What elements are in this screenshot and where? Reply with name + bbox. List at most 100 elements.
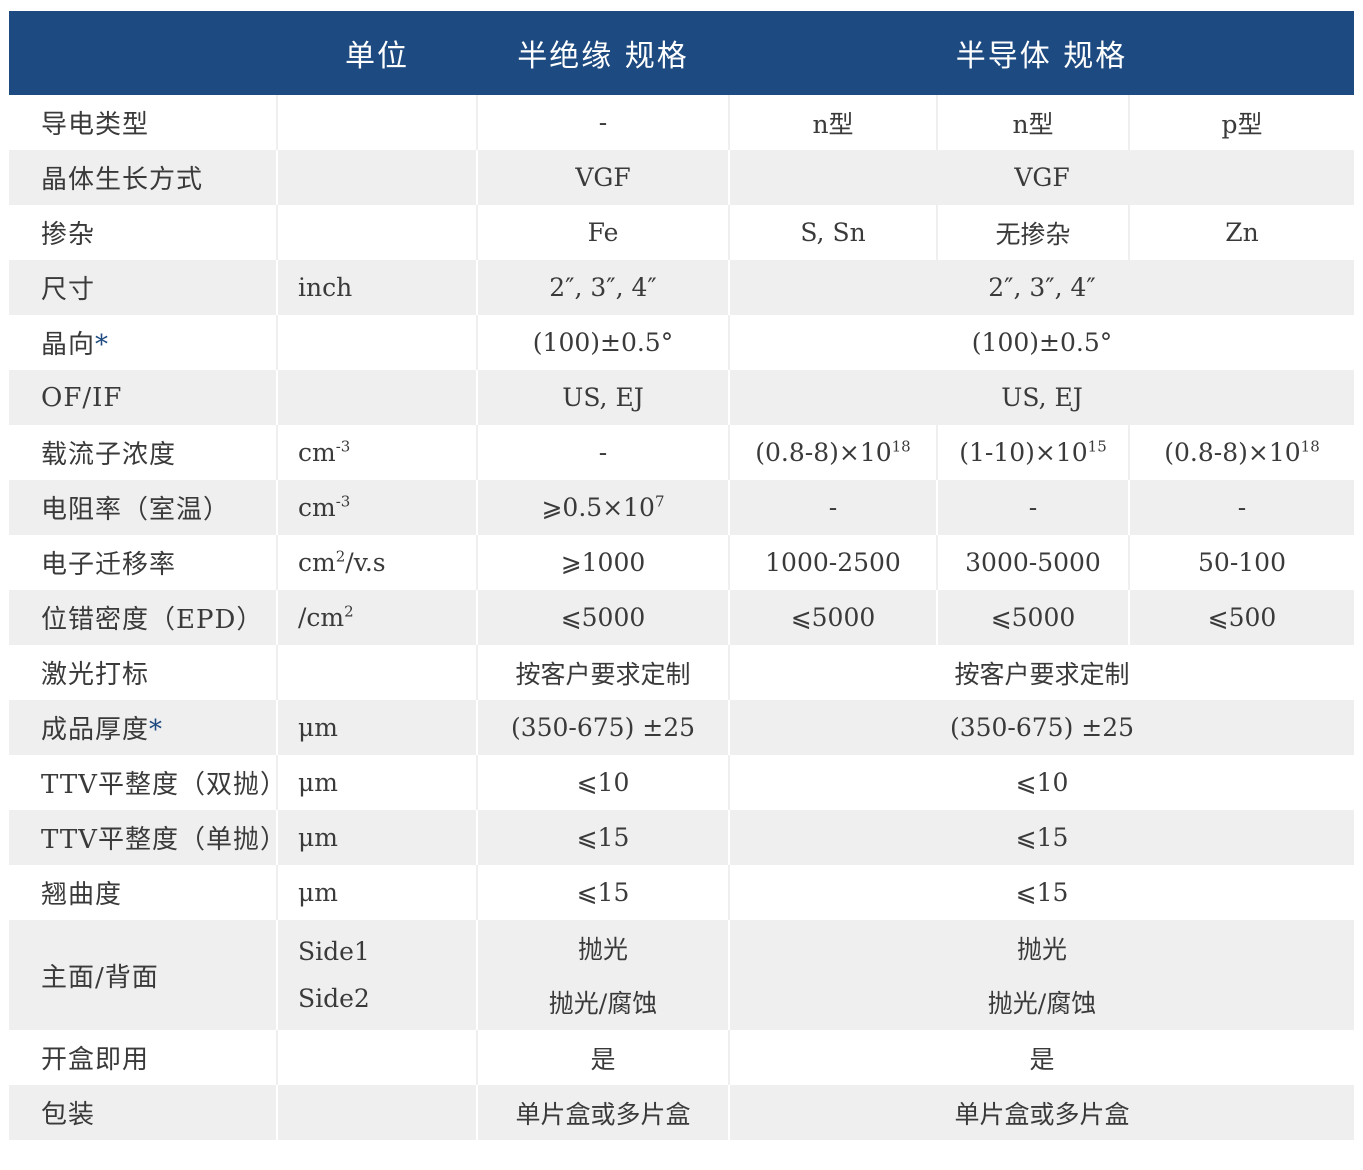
value-exponent: 7 — [654, 492, 665, 511]
semiconducting-value: 单片盒或多片盒 — [727, 1085, 1355, 1140]
unit-side1: Side1 — [298, 937, 370, 966]
unit-cell: /cm2 — [276, 590, 477, 645]
semi-insulating-value: (350-675) ±25 — [476, 700, 729, 755]
row-growth-method: 晶体生长方式 VGF VGF — [9, 150, 1355, 205]
row-label: 包装 — [9, 1085, 277, 1140]
semiconducting-value: ⩽15 — [727, 810, 1355, 865]
row-carrier-concentration: 载流子浓度 cm-3 - (0.8-8)×1018 (1-10)×1015 (0… — [9, 425, 1355, 480]
semi-insulating-value: US, EJ — [476, 370, 729, 425]
asterisk-mark: * — [95, 330, 110, 360]
row-of-if: OF/IF US, EJ US, EJ — [9, 370, 1355, 425]
semiconducting-value: 2″, 3″, 4″ — [727, 260, 1355, 315]
unit-cell — [276, 95, 477, 150]
value-exponent: 18 — [1300, 437, 1320, 456]
row-label: 激光打标 — [9, 645, 277, 700]
spec-table: 单位 半绝缘 规格 半导体 规格 导电类型 - n型 n型 p型 晶体生长方式 … — [9, 11, 1355, 1140]
n-type-value-2: ⩽5000 — [936, 590, 1129, 645]
row-label: 主面/背面 — [9, 920, 277, 1030]
row-label: TTV平整度（单抛） — [9, 810, 286, 865]
n-type-value-1: S, Sn — [728, 205, 937, 260]
value-exponent: 18 — [891, 437, 911, 456]
unit-exponent: 2 — [335, 547, 346, 566]
row-orientation: 晶向* (100)±0.5° (100)±0.5° — [9, 315, 1355, 370]
value-side2: 抛光/腐蚀 — [548, 989, 658, 1018]
semi-insulating-value: - — [476, 95, 729, 150]
unit-side2: Side2 — [298, 984, 370, 1013]
row-label: TTV平整度（双抛） — [9, 755, 286, 810]
p-type-value: Zn — [1127, 205, 1355, 260]
value-base: (0.8-8)×10 — [1164, 438, 1301, 467]
semi-insulating-value: ⩽15 — [476, 810, 729, 865]
row-label: 掺杂 — [9, 205, 277, 260]
row-label: 成品厚度 — [41, 715, 150, 745]
n-type-value-1: n型 — [728, 95, 937, 150]
unit-cell — [276, 1030, 477, 1085]
semiconducting-value: 抛光抛光/腐蚀 — [727, 920, 1355, 1030]
unit-cell: cm-3 — [276, 480, 477, 535]
row-label: 载流子浓度 — [9, 425, 277, 480]
unit-cell — [276, 205, 477, 260]
semi-insulating-value: 抛光抛光/腐蚀 — [476, 920, 729, 1030]
spec-table-container: 单位 半绝缘 规格 半导体 规格 导电类型 - n型 n型 p型 晶体生长方式 … — [9, 11, 1355, 1140]
row-label: 晶向 — [41, 330, 96, 360]
semi-insulating-value: VGF — [476, 150, 729, 205]
unit-cell: cm2/v.s — [276, 535, 477, 590]
row-epi-ready: 开盒即用 是 是 — [9, 1030, 1355, 1085]
row-label: 尺寸 — [9, 260, 277, 315]
semi-insulating-value: ⩽10 — [476, 755, 729, 810]
n-type-value-1: ⩽5000 — [728, 590, 937, 645]
n-type-value-2: 无掺杂 — [936, 205, 1129, 260]
semiconducting-value: 是 — [727, 1030, 1355, 1085]
row-thickness: 成品厚度* μm (350-675) ±25 (350-675) ±25 — [9, 700, 1355, 755]
unit-cell — [276, 150, 477, 205]
unit-base: cm — [298, 548, 336, 577]
p-type-value: (0.8-8)×1018 — [1127, 425, 1355, 480]
row-ttv-single: TTV平整度（单抛） μm ⩽15 ⩽15 — [9, 810, 1355, 865]
n-type-value-2: (1-10)×1015 — [936, 425, 1129, 480]
unit-base: cm — [298, 438, 336, 467]
value-side1: 抛光 — [577, 935, 628, 964]
unit-cell — [276, 645, 477, 700]
row-packaging: 包装 单片盒或多片盒 单片盒或多片盒 — [9, 1085, 1355, 1140]
value-base: ⩾0.5×10 — [541, 493, 655, 522]
row-resistivity: 电阻率（室温） cm-3 ⩾0.5×107 - - - — [9, 480, 1355, 535]
unit-base: cm — [298, 493, 336, 522]
row-surface: 主面/背面 Side1 Side2 抛光抛光/腐蚀 抛光抛光/腐蚀 — [9, 920, 1355, 1030]
semi-insulating-value: - — [476, 425, 729, 480]
semiconducting-value: ⩽15 — [727, 865, 1355, 920]
semiconducting-value: VGF — [727, 150, 1355, 205]
unit-cell: μm — [276, 810, 477, 865]
value-base: (1-10)×10 — [959, 438, 1088, 467]
header-semi-insulating: 半绝缘 规格 — [477, 11, 729, 95]
unit-cell: μm — [276, 700, 477, 755]
row-laser-marking: 激光打标 按客户要求定制 按客户要求定制 — [9, 645, 1355, 700]
n-type-value-1: 1000-2500 — [728, 535, 937, 590]
semiconducting-value: (100)±0.5° — [727, 315, 1355, 370]
row-label: 晶体生长方式 — [9, 150, 277, 205]
p-type-value: ⩽500 — [1127, 590, 1355, 645]
unit-exponent: -3 — [335, 437, 351, 456]
semiconducting-value: 按客户要求定制 — [727, 645, 1355, 700]
unit-cell: inch — [276, 260, 477, 315]
row-label: 电子迁移率 — [9, 535, 277, 590]
semi-insulating-value: (100)±0.5° — [476, 315, 729, 370]
unit-exponent: -3 — [335, 492, 351, 511]
value-side1: 抛光 — [1017, 935, 1068, 964]
value-side2: 抛光/腐蚀 — [987, 989, 1097, 1018]
semi-insulating-value: 是 — [476, 1030, 729, 1085]
n-type-value-2: - — [936, 480, 1129, 535]
unit-tail: /v.s — [345, 548, 386, 577]
header-blank — [9, 11, 277, 95]
unit-cell: μm — [276, 865, 477, 920]
row-warp: 翘曲度 μm ⩽15 ⩽15 — [9, 865, 1355, 920]
semi-insulating-value: 单片盒或多片盒 — [476, 1085, 729, 1140]
row-label: OF/IF — [9, 370, 277, 425]
n-type-value-1: - — [728, 480, 937, 535]
semiconducting-value: US, EJ — [727, 370, 1355, 425]
n-type-value-2: 3000-5000 — [936, 535, 1129, 590]
row-label: 开盒即用 — [9, 1030, 277, 1085]
unit-cell: Side1 Side2 — [276, 920, 477, 1030]
semi-insulating-value: 按客户要求定制 — [476, 645, 729, 700]
semiconducting-value: ⩽10 — [727, 755, 1355, 810]
unit-cell — [276, 315, 477, 370]
